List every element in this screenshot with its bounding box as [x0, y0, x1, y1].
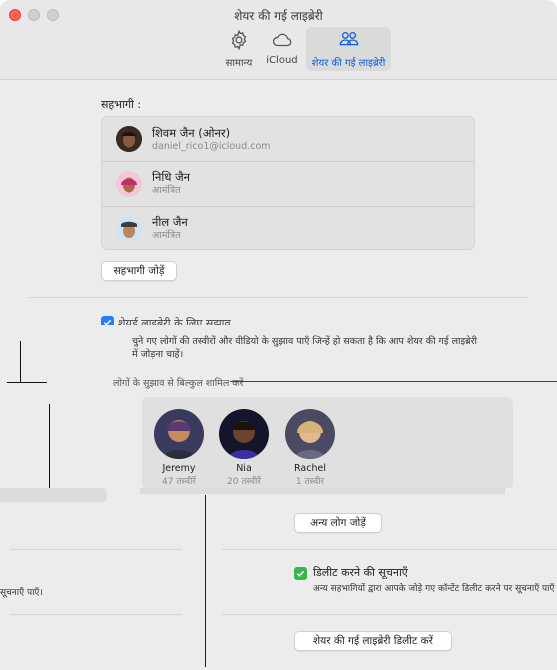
person-card[interactable]: Jeremy 47 तस्वीरें	[152, 409, 206, 487]
deletion-notifications-checkbox[interactable]	[294, 567, 307, 580]
tab-icloud-label: iCloud	[266, 55, 298, 66]
section-divider	[222, 614, 557, 615]
section-divider	[28, 297, 528, 298]
window-title: शेयर की गई लाइब्रेरी	[234, 9, 323, 23]
tab-general[interactable]: सामान्य	[220, 27, 259, 71]
participants-list: शिवम जैन (ओनर) daniel_rico1@icloud.com न…	[101, 116, 475, 250]
person-photo-count: 1 तस्वीर	[295, 477, 325, 487]
tab-general-label: सामान्य	[225, 58, 253, 69]
people-heading: लोगों के सुझाव से बिल्कुल शामिल करें	[113, 378, 244, 389]
section-divider	[222, 549, 557, 550]
add-more-people-button[interactable]: अन्य लोग जोड़ें	[294, 513, 382, 533]
deletion-notifications-heading: डिलीट करने की सूचनाएँ	[313, 566, 408, 579]
suggestions-description: चुने गए लोगों की तस्वीरों और वीडियो के स…	[132, 336, 477, 360]
torn-fragment	[0, 488, 557, 670]
person-photo	[285, 409, 335, 459]
people-suggestions: Jeremy 47 तस्वीरें Nia 20 तस्वीरें Rache…	[142, 397, 513, 489]
tab-icloud[interactable]: iCloud	[260, 27, 303, 71]
person-card[interactable]: Nia 20 तस्वीरें	[217, 409, 271, 487]
torn-fragment	[140, 488, 505, 494]
participant-name: निधि जैन	[152, 170, 190, 184]
left-panel-text: सूचनाएँ पाएँ।	[0, 588, 43, 598]
participant-name: शिवम जैन (ओनर)	[152, 125, 231, 140]
participant-email: daniel_rico1@icloud.com	[152, 140, 271, 152]
add-participant-button[interactable]: सहभागी जोड़ें	[101, 261, 177, 281]
participant-status: आमंत्रित	[152, 185, 181, 196]
overlay-edge	[49, 404, 50, 488]
participant-name: नील जैन	[152, 215, 188, 229]
overlay-edge	[20, 341, 21, 383]
overlay-edge	[230, 381, 557, 382]
torn-fragment	[0, 488, 107, 502]
delete-shared-library-button[interactable]: शेयर की गई लाइब्रेरी डिलीट करें	[294, 631, 452, 651]
tab-shared-library-label: शेयर की गई लाइब्रेरी	[311, 58, 386, 69]
avatar	[116, 126, 142, 152]
person-name: Rachel	[294, 463, 326, 474]
section-divider	[10, 549, 182, 550]
section-divider	[10, 614, 182, 615]
toolbar: शेयर की गई लाइब्रेरी सामान्य iCloud शेयर…	[0, 0, 557, 80]
participants-heading: सहभागी :	[101, 98, 142, 111]
tab-shared-library[interactable]: शेयर की गई लाइब्रेरी	[305, 27, 392, 71]
people-icon	[339, 32, 358, 46]
avatar	[116, 170, 142, 197]
person-photo-count: 47 तस्वीरें	[162, 477, 196, 487]
settings-window: शेयर की गई लाइब्रेरी सामान्य iCloud शेयर…	[0, 0, 557, 670]
participant-row[interactable]: शिवम जैन (ओनर) daniel_rico1@icloud.com	[102, 117, 474, 161]
person-name: Nia	[236, 463, 252, 474]
person-name: Jeremy	[162, 463, 196, 474]
deletion-notifications-description: अन्य सहभागियों द्वारा आपके जोड़े गए कॉन्…	[313, 584, 555, 594]
person-photo-count: 20 तस्वीरें	[227, 477, 261, 487]
overlay-edge	[7, 382, 47, 383]
participant-row[interactable]: निधि जैन आमंत्रित	[102, 161, 474, 205]
cloud-icon	[272, 33, 292, 47]
overlay-edge	[205, 495, 206, 667]
preferences-tabs: सामान्य iCloud शेयर की गई लाइब्रेरी	[0, 27, 557, 71]
participant-row[interactable]: नील जैन आमंत्रित	[102, 206, 474, 250]
gear-icon	[231, 29, 247, 51]
participant-status: आमंत्रित	[152, 230, 181, 241]
person-photo	[154, 409, 204, 459]
checkmark-icon	[296, 570, 305, 577]
person-card[interactable]: Rachel 1 तस्वीर	[283, 409, 337, 487]
person-photo	[219, 409, 269, 459]
avatar	[116, 215, 142, 242]
